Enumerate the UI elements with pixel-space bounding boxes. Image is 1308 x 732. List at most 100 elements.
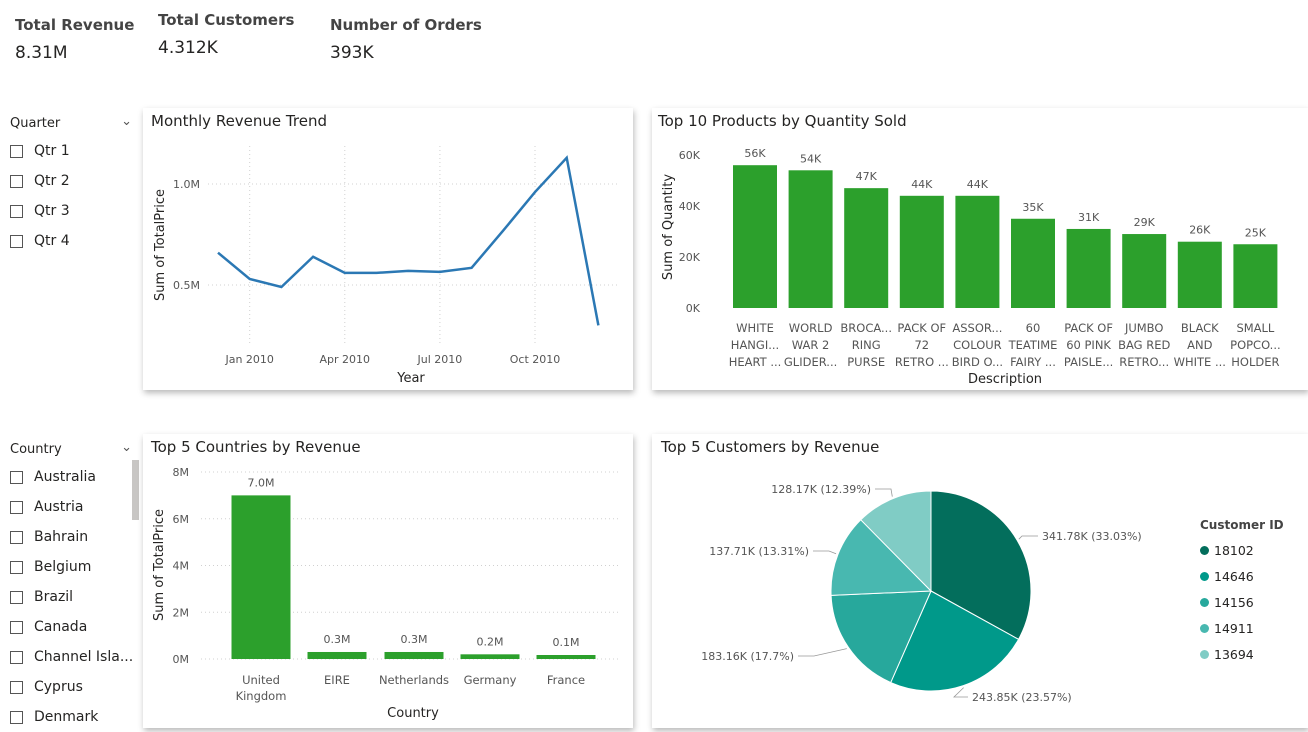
kpi-label: Total Customers bbox=[158, 11, 295, 29]
data-label: 341.78K (33.03%) bbox=[1042, 530, 1142, 543]
data-label: 0.3M bbox=[401, 633, 428, 646]
quarter-slicer-item[interactable]: Qtr 3 bbox=[0, 196, 140, 226]
country-slicer-item[interactable]: Channel Isla... bbox=[0, 642, 140, 672]
leader-line bbox=[875, 488, 893, 497]
x-tick-label: WHITE bbox=[736, 321, 774, 335]
revenue-line bbox=[217, 155, 600, 326]
data-label: 25K bbox=[1245, 226, 1267, 239]
country-slicer-item[interactable]: Cyprus bbox=[0, 672, 140, 702]
y-tick-label: 20K bbox=[679, 251, 701, 264]
legend-item[interactable]: 14156 bbox=[1200, 589, 1284, 615]
x-tick-label: GLIDER... bbox=[784, 355, 837, 369]
chevron-down-icon[interactable]: ⌄ bbox=[121, 440, 132, 455]
checkbox[interactable] bbox=[10, 204, 23, 218]
leader-line bbox=[813, 550, 837, 555]
legend-label: 14646 bbox=[1214, 568, 1254, 584]
checkbox[interactable] bbox=[10, 590, 23, 604]
country-slicer-item[interactable]: Canada bbox=[0, 612, 140, 642]
checkbox[interactable] bbox=[10, 650, 23, 664]
quarter-slicer-item[interactable]: Qtr 2 bbox=[0, 166, 140, 196]
legend-marker bbox=[1200, 649, 1209, 659]
bar bbox=[899, 195, 944, 308]
quarter-slicer-item-label: Qtr 1 bbox=[34, 143, 70, 159]
x-tick-label: RETRO ... bbox=[895, 355, 949, 369]
bar bbox=[788, 170, 833, 308]
checkbox[interactable] bbox=[10, 560, 23, 574]
data-label: 7.0M bbox=[248, 476, 275, 489]
data-label: 44K bbox=[911, 178, 933, 191]
kpi-number-of-orders: Number of Orders 393K bbox=[330, 16, 482, 63]
quarter-slicer-header[interactable]: Quarter ⌄ bbox=[0, 114, 140, 136]
checkbox[interactable] bbox=[10, 620, 23, 634]
checkbox[interactable] bbox=[10, 234, 23, 248]
y-tick-label: 0M bbox=[173, 653, 190, 666]
x-tick-label: RING bbox=[852, 338, 881, 352]
legend-item[interactable]: 18102 bbox=[1200, 537, 1284, 563]
x-tick-label: COLOUR bbox=[953, 338, 1002, 352]
kpi-total-revenue: Total Revenue 8.31M bbox=[15, 16, 134, 63]
checkbox[interactable] bbox=[10, 710, 23, 724]
country-slicer-item[interactable]: Brazil bbox=[0, 582, 140, 612]
country-slicer-header[interactable]: Country ⌄ bbox=[0, 440, 140, 462]
products-bar-chart: 0K 20K 40K 60K 56K WHITE HANGI... HEART ... 54K W… bbox=[661, 147, 1281, 387]
data-label: 137.71K (13.31%) bbox=[709, 545, 809, 558]
x-tick-label: BIRD O... bbox=[952, 355, 1003, 369]
legend-title: Customer ID bbox=[1200, 518, 1284, 532]
checkbox[interactable] bbox=[10, 680, 23, 694]
y-tick-label: 60K bbox=[679, 149, 701, 162]
country-slicer-item-label: Brazil bbox=[34, 589, 74, 605]
y-tick-label: 2M bbox=[173, 606, 190, 619]
leader-line bbox=[1018, 535, 1038, 540]
data-label: 183.16K (17.7%) bbox=[701, 650, 794, 663]
checkbox[interactable] bbox=[10, 174, 23, 188]
x-tick-label: Germany bbox=[464, 673, 517, 687]
y-tick-label: 6M bbox=[173, 513, 190, 526]
quarter-slicer-item[interactable]: Qtr 4 bbox=[0, 226, 140, 256]
x-axis-title: Year bbox=[396, 371, 425, 386]
country-slicer-item[interactable]: Belgium bbox=[0, 552, 140, 582]
checkbox[interactable] bbox=[10, 144, 23, 158]
y-tick-label: 1.0M bbox=[173, 178, 200, 191]
quarter-slicer-item-label: Qtr 3 bbox=[34, 203, 70, 219]
checkbox[interactable] bbox=[10, 530, 23, 544]
data-label: 44K bbox=[967, 178, 989, 191]
checkbox[interactable] bbox=[10, 500, 23, 514]
bar bbox=[1066, 228, 1111, 308]
country-slicer-item-label: Canada bbox=[34, 619, 88, 635]
checkbox[interactable] bbox=[10, 470, 23, 484]
country-slicer-item[interactable]: Australia bbox=[0, 462, 140, 492]
x-tick-label: SMALL bbox=[1236, 321, 1274, 335]
country-slicer-item-label: Bahrain bbox=[34, 529, 89, 545]
x-tick-label: United bbox=[242, 673, 280, 687]
country-slicer-item-label: Cyprus bbox=[34, 679, 83, 695]
country-slicer-item[interactable]: Bahrain bbox=[0, 522, 140, 552]
legend-item[interactable]: 13694 bbox=[1200, 641, 1284, 667]
slicer-title: Country bbox=[10, 442, 62, 457]
quarter-slicer-item[interactable]: Qtr 1 bbox=[0, 136, 140, 166]
bar bbox=[1233, 244, 1278, 308]
bar bbox=[384, 651, 444, 659]
x-tick-label: POPCO... bbox=[1230, 338, 1281, 352]
x-tick-label: France bbox=[547, 673, 585, 687]
bar bbox=[307, 651, 367, 659]
x-tick-label: ASSOR... bbox=[952, 321, 1002, 335]
legend-item[interactable]: 14646 bbox=[1200, 563, 1284, 589]
legend-label: 14156 bbox=[1214, 594, 1254, 610]
country-slicer: Country ⌄ Australia Austria Bahrain Belgium… bbox=[0, 440, 140, 732]
legend-label: 13694 bbox=[1214, 646, 1254, 662]
country-slicer-scrollbar[interactable] bbox=[132, 460, 139, 520]
x-tick-label: EIRE bbox=[324, 673, 350, 687]
x-tick-label: PACK OF bbox=[1064, 321, 1113, 335]
x-axis-title: Country bbox=[387, 706, 439, 721]
kpi-value: 393K bbox=[330, 43, 374, 63]
legend-item[interactable]: 14911 bbox=[1200, 615, 1284, 641]
chevron-down-icon[interactable]: ⌄ bbox=[121, 114, 132, 129]
country-slicer-item-label: Belgium bbox=[34, 559, 92, 575]
x-tick-label: Kingdom bbox=[236, 689, 287, 703]
country-slicer-item[interactable]: Austria bbox=[0, 492, 140, 522]
line-chart: Jan 2010 Apr 2010 Jul 2010 Oct 2010 0.5M 1.0M… bbox=[153, 146, 618, 386]
slicer-title: Quarter bbox=[10, 116, 61, 131]
quarter-slicer-item-label: Qtr 4 bbox=[34, 233, 70, 249]
x-tick-label: BLACK bbox=[1181, 321, 1219, 335]
top-products-card: Top 10 Products by Quantity Sold 0K 20K 40… bbox=[652, 108, 1308, 390]
